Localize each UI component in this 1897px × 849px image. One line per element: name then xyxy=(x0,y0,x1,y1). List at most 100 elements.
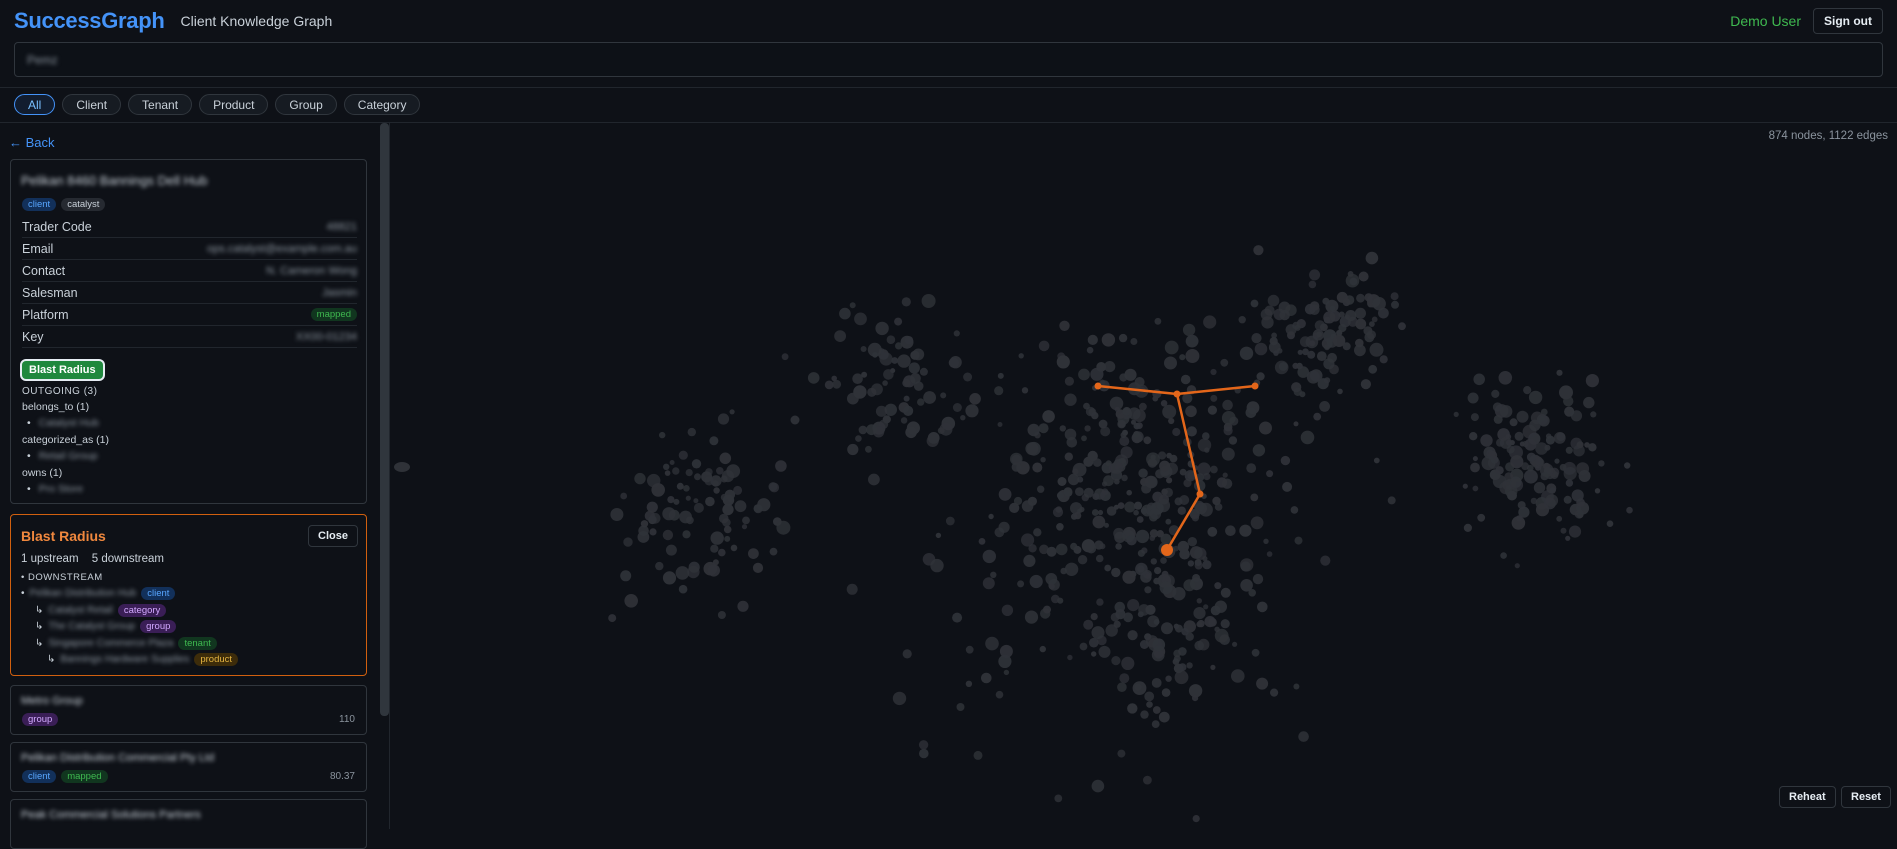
graph-node[interactable] xyxy=(1210,664,1216,671)
current-user[interactable]: Demo User xyxy=(1730,13,1801,29)
graph-node[interactable] xyxy=(1091,411,1099,420)
graph-node[interactable] xyxy=(1110,469,1123,481)
graph-node[interactable] xyxy=(903,405,914,416)
graph-node[interactable] xyxy=(1228,436,1238,445)
graph-node[interactable] xyxy=(1472,485,1479,492)
graph-node[interactable] xyxy=(865,445,872,453)
graph-node[interactable] xyxy=(1182,323,1196,337)
graph-node[interactable] xyxy=(1039,645,1046,653)
graph-node[interactable] xyxy=(1191,514,1200,522)
graph-node[interactable] xyxy=(1197,462,1211,476)
graph-node[interactable] xyxy=(894,317,903,326)
graph-node[interactable] xyxy=(1365,251,1379,265)
graph-node[interactable] xyxy=(1467,392,1479,404)
graph-node[interactable] xyxy=(1358,271,1369,282)
graph-node[interactable] xyxy=(1556,432,1566,441)
graph-node[interactable] xyxy=(1556,369,1563,376)
downstream-item[interactable]: ↳ The Catalyst Group group xyxy=(35,620,177,633)
graph-node[interactable] xyxy=(610,508,624,521)
graph-node[interactable] xyxy=(1154,567,1162,575)
graph-node[interactable] xyxy=(1626,506,1633,514)
graph-node[interactable] xyxy=(1064,376,1074,386)
graph-node[interactable] xyxy=(1160,533,1172,545)
graph-node[interactable] xyxy=(1179,468,1187,476)
graph-node[interactable] xyxy=(919,748,929,759)
graph-node[interactable] xyxy=(982,577,995,590)
graph-node[interactable] xyxy=(855,435,862,442)
graph-node[interactable] xyxy=(1144,691,1155,702)
graph-node[interactable] xyxy=(753,504,763,514)
graph-node[interactable] xyxy=(673,498,680,505)
graph-node[interactable] xyxy=(1259,421,1272,435)
graph-node[interactable] xyxy=(1126,535,1137,546)
graph-node[interactable] xyxy=(394,462,410,472)
result-card[interactable]: Metro Group group 110 xyxy=(10,685,367,735)
graph-node[interactable] xyxy=(900,335,914,349)
graph-node[interactable] xyxy=(1137,549,1145,557)
graph-node[interactable] xyxy=(953,330,960,337)
graph-node[interactable] xyxy=(1372,297,1386,311)
graph-node[interactable] xyxy=(638,525,649,536)
graph-node[interactable] xyxy=(672,467,680,475)
graph-node[interactable] xyxy=(1039,544,1049,555)
graph-node[interactable] xyxy=(1585,374,1599,388)
graph-node[interactable] xyxy=(1606,520,1614,527)
graph-node[interactable] xyxy=(960,415,966,421)
graph-node[interactable] xyxy=(873,426,885,438)
graph-node[interactable] xyxy=(1024,610,1039,624)
graph-node[interactable] xyxy=(1090,613,1098,621)
graph-node[interactable] xyxy=(1135,562,1148,576)
graph-node[interactable] xyxy=(1017,580,1025,588)
graph-node[interactable] xyxy=(1299,391,1306,398)
graph-node[interactable] xyxy=(687,427,696,437)
graph-node[interactable] xyxy=(1523,469,1538,484)
graph-node[interactable] xyxy=(1077,555,1088,565)
graph-node[interactable] xyxy=(1164,340,1179,355)
graph-node[interactable] xyxy=(1081,493,1089,502)
graph-node[interactable] xyxy=(1140,710,1149,719)
graph-node[interactable] xyxy=(1122,406,1132,416)
graph-node[interactable] xyxy=(678,450,688,460)
filter-all[interactable]: All xyxy=(14,94,56,115)
graph-node[interactable] xyxy=(1293,421,1299,427)
graph-node[interactable] xyxy=(1470,413,1479,422)
graph-node[interactable] xyxy=(1564,406,1575,417)
graph-node[interactable] xyxy=(1214,582,1222,590)
graph-node[interactable] xyxy=(1075,487,1084,496)
graph-node[interactable] xyxy=(1063,487,1072,496)
graph-node[interactable] xyxy=(1266,470,1274,478)
graph-node[interactable] xyxy=(1214,628,1229,643)
graph-node[interactable] xyxy=(693,498,699,504)
graph-node[interactable] xyxy=(1221,447,1235,461)
graph-node[interactable] xyxy=(1535,503,1550,517)
graph-node[interactable] xyxy=(683,485,690,492)
filter-category[interactable]: Category xyxy=(343,94,421,115)
graph-node[interactable] xyxy=(956,703,965,711)
graph-node[interactable] xyxy=(1278,362,1288,371)
graph-node[interactable] xyxy=(891,357,899,364)
graph-node[interactable] xyxy=(997,372,1004,379)
graph-node[interactable] xyxy=(1149,508,1162,520)
graph-node[interactable] xyxy=(1254,342,1268,356)
graph-node[interactable] xyxy=(901,297,911,307)
graph-node[interactable] xyxy=(1132,431,1144,443)
graph-node[interactable] xyxy=(1239,346,1254,360)
graph-node[interactable] xyxy=(994,386,1004,396)
graph-node[interactable] xyxy=(952,403,962,412)
graph-node[interactable] xyxy=(662,571,677,585)
graph-node[interactable] xyxy=(685,469,693,477)
graph-node[interactable] xyxy=(973,750,983,760)
graph-node[interactable] xyxy=(1463,523,1472,532)
graph-node[interactable] xyxy=(912,348,925,361)
graph-node[interactable] xyxy=(733,485,743,495)
graph-node[interactable] xyxy=(721,470,734,483)
graph-node[interactable] xyxy=(1086,346,1094,354)
graph-node[interactable] xyxy=(1187,537,1197,547)
graph-node[interactable] xyxy=(1057,477,1067,486)
graph-node[interactable] xyxy=(1127,630,1138,641)
graph-node[interactable] xyxy=(1194,640,1204,651)
close-blast-button[interactable]: Close xyxy=(308,525,358,547)
graph-node[interactable] xyxy=(1179,548,1190,560)
graph-node[interactable] xyxy=(1293,683,1300,690)
graph-node[interactable] xyxy=(1164,356,1177,370)
